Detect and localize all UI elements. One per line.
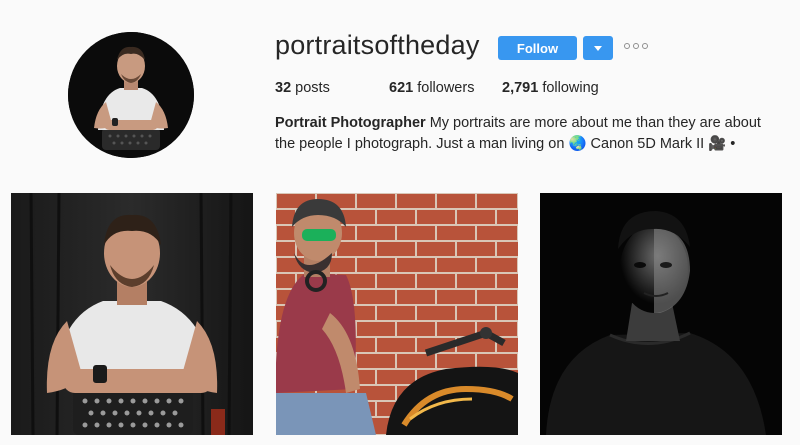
avatar[interactable]: [68, 32, 194, 158]
post-thumbnail[interactable]: [276, 193, 518, 435]
more-options-button[interactable]: [624, 43, 648, 49]
username: portraitsoftheday: [275, 30, 480, 60]
post-thumbnail[interactable]: [11, 193, 253, 435]
following-label: following: [542, 80, 599, 96]
chevron-down-icon: [594, 45, 602, 51]
following-count: 2,791: [502, 80, 539, 96]
photo-man-dark-portrait: [540, 193, 782, 435]
stat-followers[interactable]: 621 followers: [389, 80, 502, 96]
profile-stats: 32 posts 621 followers 2,791 following: [275, 80, 599, 96]
photo-man-white-tshirt: [11, 193, 253, 435]
more-dot-icon: [642, 43, 648, 49]
followers-label: followers: [417, 80, 475, 96]
profile-bio: Portrait Photographer My portraits are m…: [275, 113, 765, 155]
suggestions-dropdown-button[interactable]: [583, 36, 613, 60]
bio-camera-text: Canon 5D Mark II: [590, 136, 705, 152]
stat-posts: 32 posts: [275, 80, 389, 96]
full-name: Portrait Photographer: [275, 115, 426, 131]
avatar-photo: [68, 32, 194, 158]
photo-man-brick-wall-motorcycle: [276, 193, 518, 435]
posts-count: 32: [275, 80, 292, 96]
camera-icon: 🎥: [708, 136, 727, 152]
posts-label: posts: [295, 80, 330, 96]
profile-page: portraitsoftheday Follow 32 posts 621 fo…: [0, 0, 800, 445]
stat-following[interactable]: 2,791 following: [502, 80, 599, 96]
bio-bullet: •: [730, 136, 736, 152]
more-dot-icon: [624, 43, 630, 49]
globe-icon: 🌏: [568, 136, 587, 152]
follow-button[interactable]: Follow: [498, 36, 577, 60]
more-dot-icon: [633, 43, 639, 49]
post-thumbnail[interactable]: [540, 193, 782, 435]
followers-count: 621: [389, 80, 414, 96]
